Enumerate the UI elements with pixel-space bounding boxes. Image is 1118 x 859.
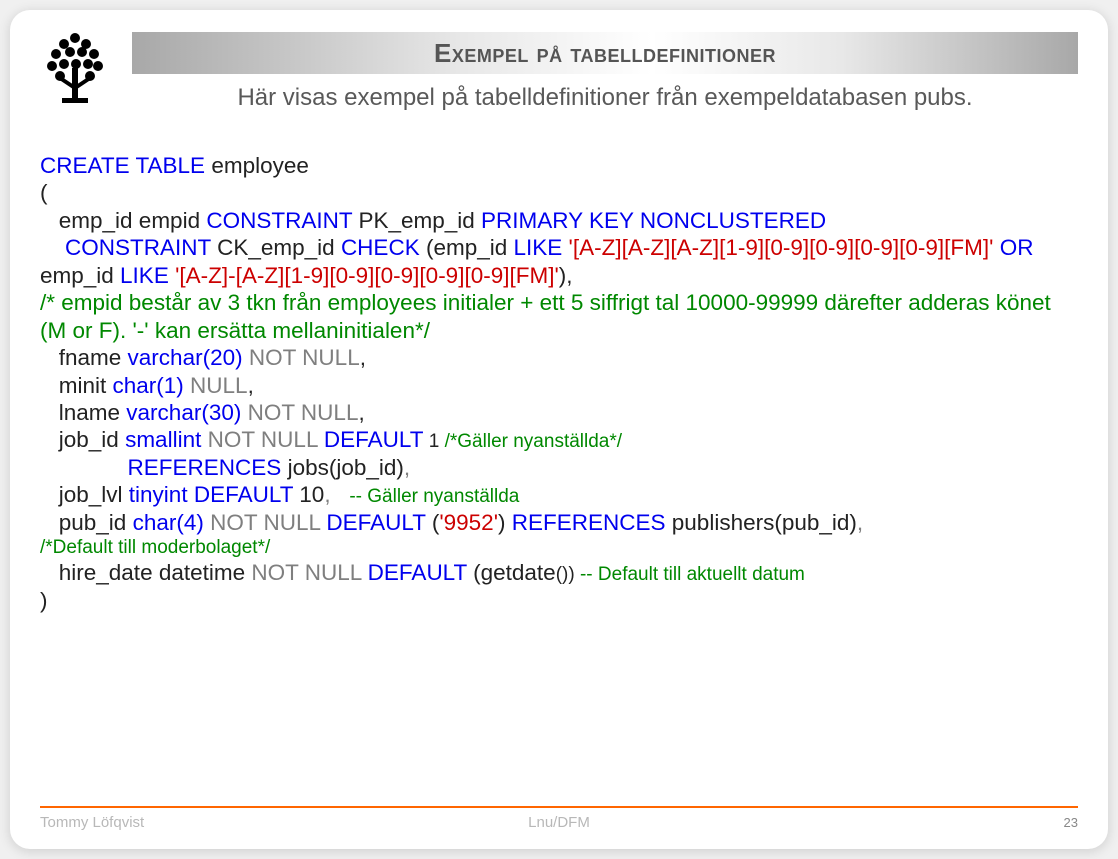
slide: Exempel på tabelldefinitioner Här visas … bbox=[10, 10, 1108, 849]
code-line: ( bbox=[40, 179, 1078, 206]
code-line: hire_date datetime NOT NULL DEFAULT (get… bbox=[40, 559, 1078, 586]
code-line: lname varchar(30) NOT NULL, bbox=[40, 399, 1078, 426]
code-line: job_lvl tinyint DEFAULT 10, -- Gäller ny… bbox=[40, 481, 1078, 508]
code-line: CREATE TABLE employee bbox=[40, 152, 1078, 179]
sql-code-block: CREATE TABLE employee ( emp_id empid CON… bbox=[40, 152, 1078, 614]
code-line: REFERENCES jobs(job_id), bbox=[40, 454, 1078, 481]
code-line: pub_id char(4) NOT NULL DEFAULT ('9952')… bbox=[40, 509, 1078, 536]
code-line: emp_id empid CONSTRAINT PK_emp_id PRIMAR… bbox=[40, 207, 1078, 234]
footer-org: Lnu/DFM bbox=[40, 814, 1078, 831]
tree-logo-icon bbox=[40, 30, 110, 110]
code-line: minit char(1) NULL, bbox=[40, 372, 1078, 399]
code-line: job_id smallint NOT NULL DEFAULT 1 /*Gäl… bbox=[40, 426, 1078, 453]
code-line: ) bbox=[40, 587, 1078, 614]
code-line: CONSTRAINT CK_emp_id CHECK (emp_id LIKE … bbox=[40, 234, 1078, 289]
title-bar: Exempel på tabelldefinitioner bbox=[132, 32, 1078, 74]
code-comment: /*Default till moderbolaget*/ bbox=[40, 536, 1078, 559]
slide-title: Exempel på tabelldefinitioner bbox=[434, 38, 776, 69]
header-row: Exempel på tabelldefinitioner Här visas … bbox=[40, 30, 1078, 112]
code-line: fname varchar(20) NOT NULL, bbox=[40, 344, 1078, 371]
code-comment: /* empid består av 3 tkn från employees … bbox=[40, 289, 1078, 344]
slide-subtitle: Här visas exempel på tabelldefinitioner … bbox=[132, 84, 1078, 112]
footer: Tommy Löfqvist Lnu/DFM 23 bbox=[40, 806, 1078, 831]
